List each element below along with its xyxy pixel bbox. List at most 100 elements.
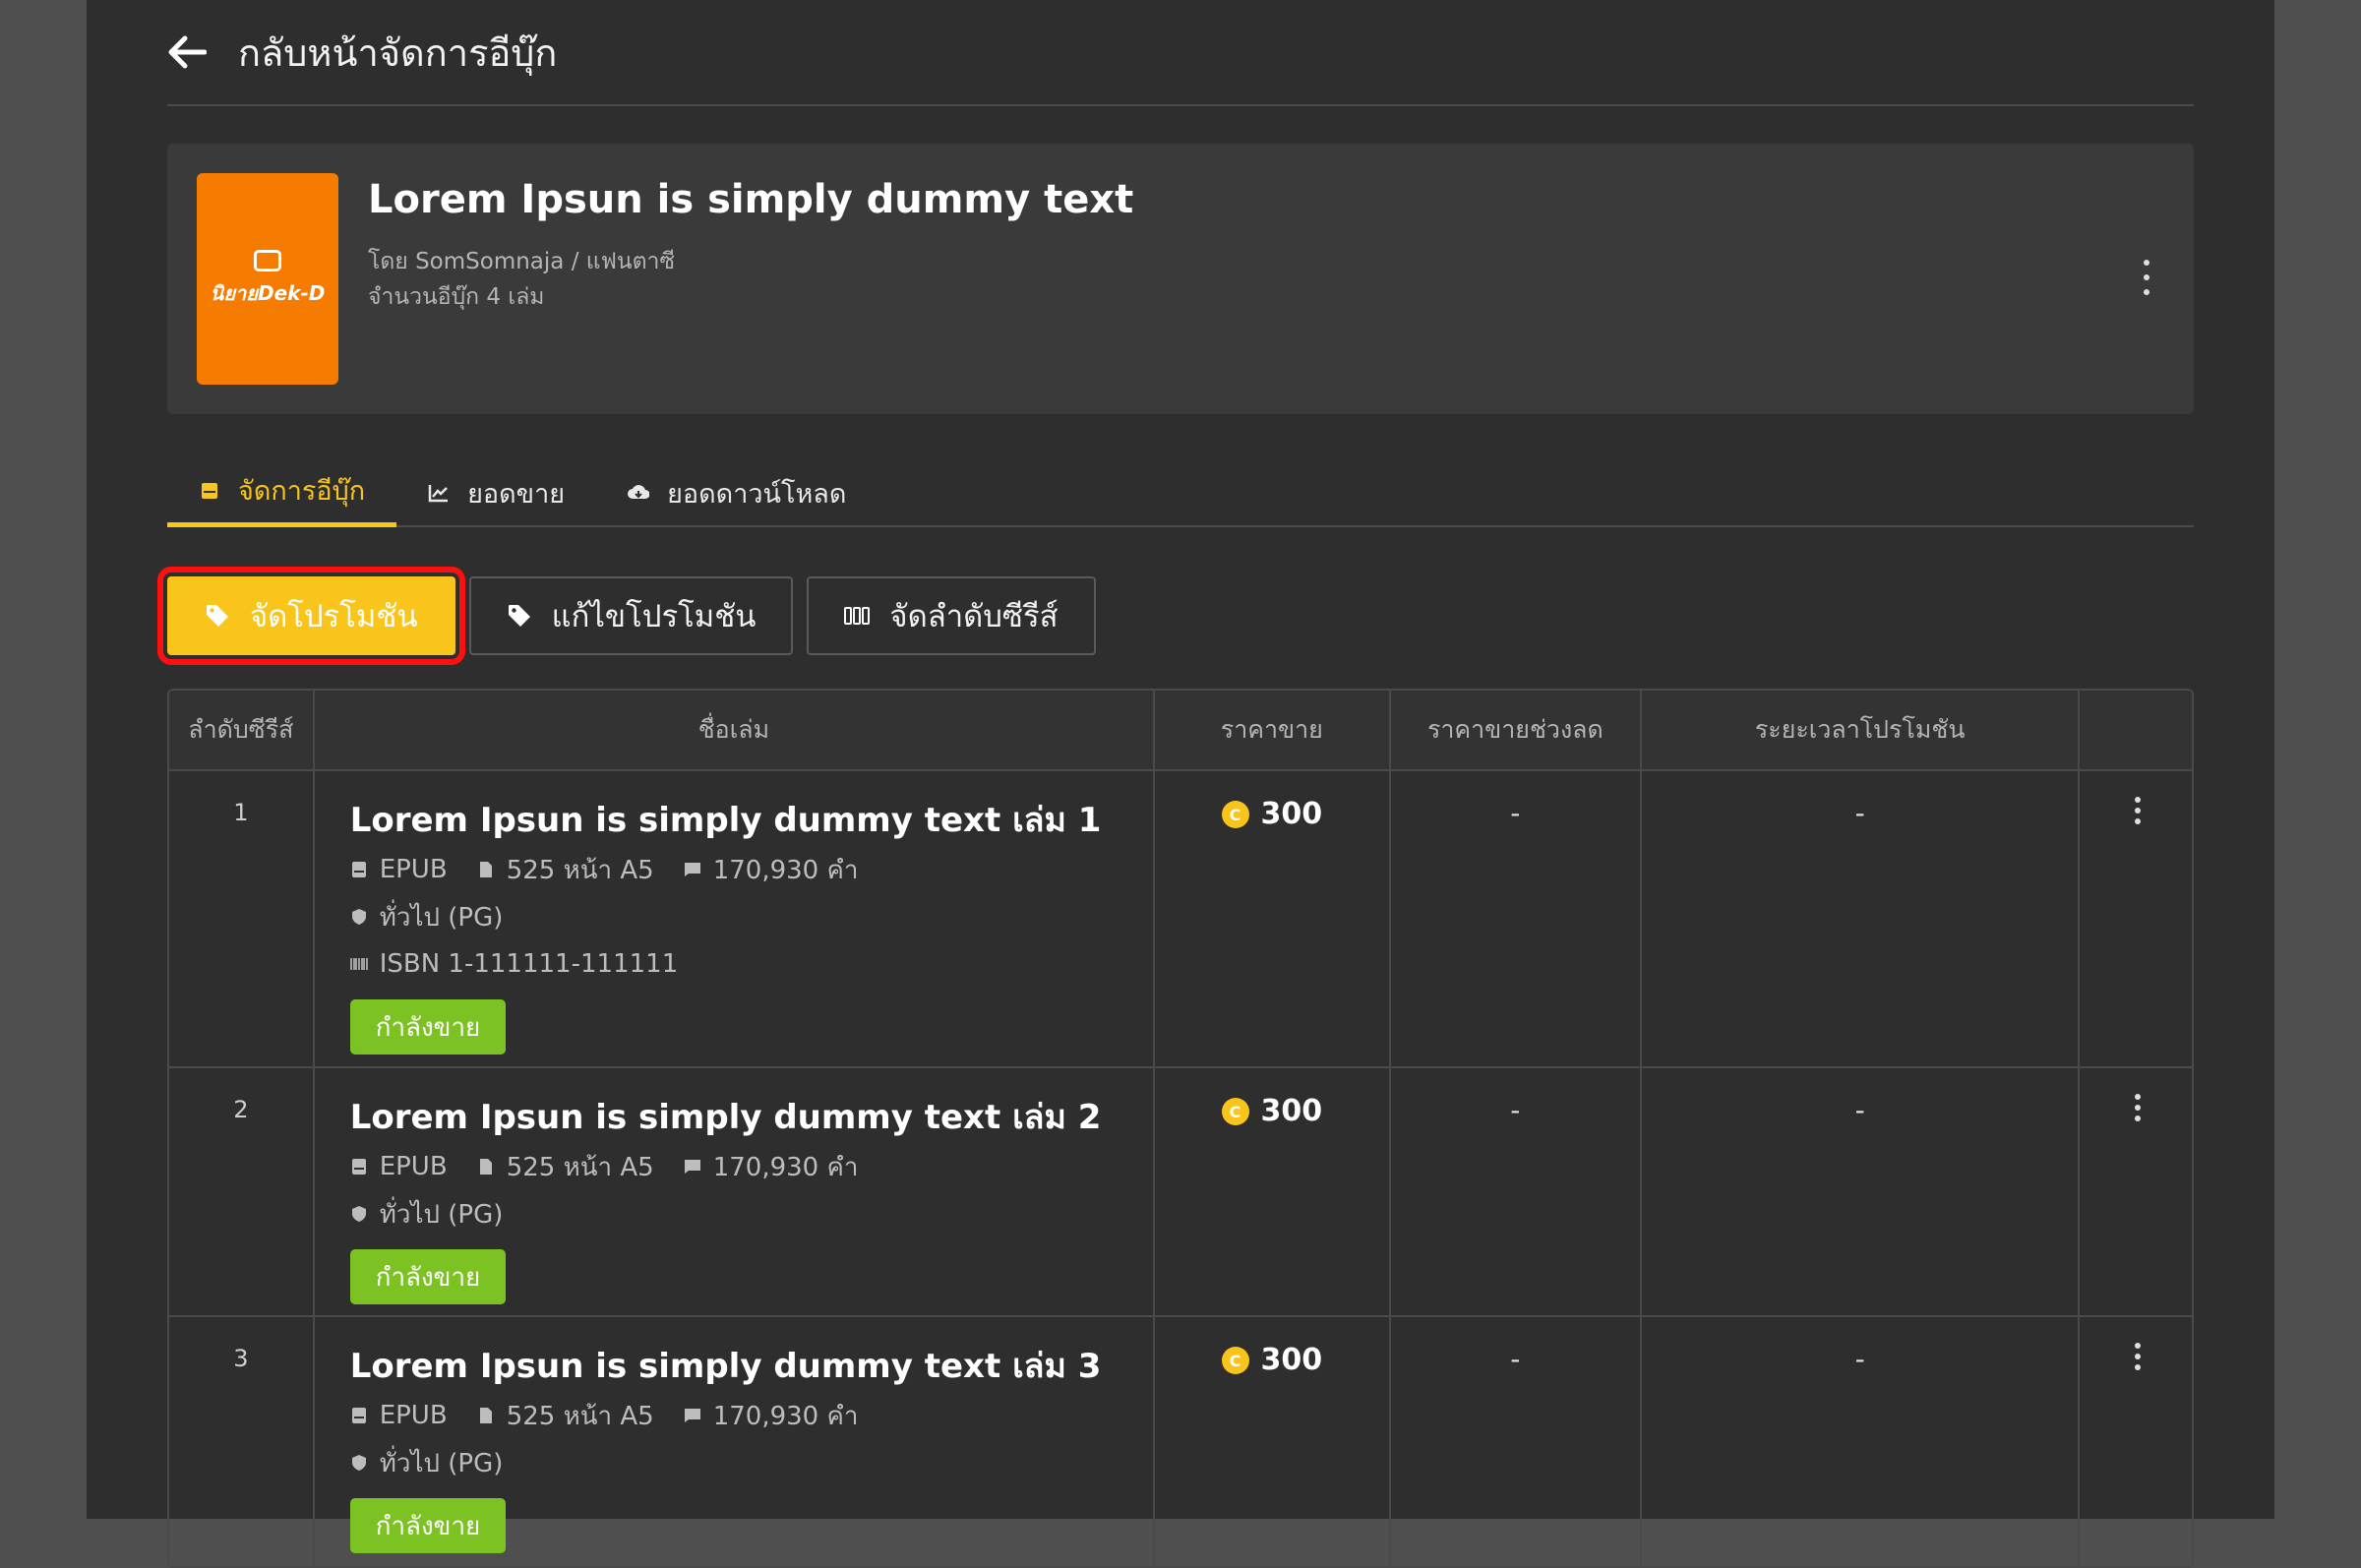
- button-label: แก้ไขโปรโมชัน: [551, 599, 757, 634]
- tab-label: ยอดดาวน์โหลด: [667, 478, 847, 510]
- ebook-words: 170,930 คำ: [712, 855, 859, 885]
- price-value: 300: [1260, 1343, 1323, 1377]
- page: กลับหน้าจัดการอีบุ๊ก นิยายDek-D Lorem Ip…: [87, 0, 2274, 1568]
- discount-price: -: [1391, 1068, 1643, 1315]
- ebook-info: Lorem Ipsun is simply dummy text เล่ม 1 …: [315, 771, 1156, 1066]
- arrow-left-icon[interactable]: [167, 30, 211, 74]
- table-row: 1 Lorem Ipsun is simply dummy text เล่ม …: [169, 771, 2192, 1068]
- book-title: Lorem Ipsun is simply dummy text: [368, 177, 1134, 222]
- coin-icon: C: [1221, 1347, 1249, 1374]
- more-vert-icon[interactable]: [2137, 260, 2156, 295]
- table-row: 3 Lorem Ipsun is simply dummy text เล่ม …: [169, 1317, 2192, 1566]
- comment-icon: [684, 1158, 701, 1176]
- promo-period: -: [1642, 1068, 2081, 1315]
- page-icon: [477, 1158, 495, 1176]
- ebook-info: Lorem Ipsun is simply dummy text เล่ม 2 …: [315, 1068, 1156, 1315]
- ebook-isbn: ISBN 1-111111-111111: [379, 949, 679, 979]
- tab-sales[interactable]: ยอดขาย: [396, 458, 596, 527]
- tab-bar: จัดการอีบุ๊ก ยอดขาย ยอดดาวน์โหลด: [167, 458, 2194, 527]
- ebook-format: EPUB: [379, 1401, 448, 1430]
- row-actions-cell: [2080, 1317, 2192, 1566]
- ebook-meta: EPUB 525 หน้า A5 170,930 คำ: [350, 846, 1153, 893]
- tag-icon: [205, 603, 230, 629]
- discount-price: -: [1391, 771, 1643, 1066]
- button-label: จัดโปรโมชัน: [250, 599, 418, 634]
- chart-icon: [428, 482, 450, 504]
- series-order-icon: [844, 603, 871, 629]
- barcode-icon: [349, 955, 368, 973]
- ebook-title[interactable]: Lorem Ipsun is simply dummy text เล่ม 3: [350, 1339, 1153, 1392]
- status-badge: กำลังขาย: [349, 1498, 507, 1553]
- col-actions: [2080, 691, 2192, 769]
- button-label: จัดลำดับซีรีส์: [889, 599, 1059, 634]
- col-discount-price: ราคาขายช่วงลด: [1391, 691, 1643, 769]
- ebook-table: ลำดับซีรีส์ ชื่อเล่ม ราคาขาย ราคาขายช่วง…: [167, 689, 2194, 1568]
- ebook-rating-line: ทั่วไป (PG): [350, 1190, 1153, 1237]
- ebook-title[interactable]: Lorem Ipsun is simply dummy text เล่ม 1: [350, 793, 1153, 846]
- book-cover: นิยายDek-D: [197, 173, 338, 385]
- ebook-info: Lorem Ipsun is simply dummy text เล่ม 3 …: [315, 1317, 1156, 1566]
- shield-icon: [350, 1205, 368, 1223]
- col-series-order: ลำดับซีรีส์: [169, 691, 315, 769]
- col-title: ชื่อเล่ม: [315, 691, 1156, 769]
- row-actions-cell: [2080, 1068, 2192, 1315]
- tab-label: ยอดขาย: [467, 478, 566, 510]
- book-icon: [350, 1407, 368, 1424]
- ebook-rating-line: ทั่วไป (PG): [350, 1439, 1153, 1486]
- tag-icon: [507, 603, 532, 629]
- price-cell: C 300: [1155, 1317, 1391, 1566]
- price-cell: C 300: [1155, 1068, 1391, 1315]
- page-icon: [477, 1407, 495, 1424]
- cloud-download-icon: [628, 482, 650, 504]
- promo-period: -: [1642, 1317, 2081, 1566]
- status-badge: กำลังขาย: [349, 1249, 507, 1304]
- ebook-meta: EPUB 525 หน้า A5 170,930 คำ: [350, 1143, 1153, 1190]
- book-card: นิยายDek-D Lorem Ipsun is simply dummy t…: [167, 144, 2194, 414]
- book-ebook-count: จำนวนอีบุ๊ก 4 เล่ม: [368, 284, 545, 310]
- ebook-rating: ทั่วไป (PG): [379, 902, 504, 933]
- comment-icon: [684, 1407, 701, 1424]
- ebook-format: EPUB: [379, 855, 448, 884]
- shield-icon: [350, 908, 368, 926]
- table-header: ลำดับซีรีส์ ชื่อเล่ม ราคาขาย ราคาขายช่วง…: [169, 691, 2192, 771]
- cover-logo-text: นิยายDek-D: [210, 280, 326, 305]
- discount-price: -: [1391, 1317, 1643, 1566]
- edit-promotion-button[interactable]: แก้ไขโปรโมชัน: [468, 576, 794, 655]
- ebook-meta: EPUB 525 หน้า A5 170,930 คำ: [350, 1392, 1153, 1439]
- book-icon: [350, 1158, 368, 1176]
- price-value: 300: [1260, 1094, 1323, 1128]
- series-order: 3: [169, 1317, 315, 1566]
- ebook-isbn-line: ISBN 1-111111-111111: [349, 940, 1153, 988]
- price-cell: C 300: [1155, 771, 1391, 1066]
- ebook-rating-line: ทั่วไป (PG): [350, 893, 1153, 940]
- tab-manage-ebook[interactable]: จัดการอีบุ๊ก: [167, 458, 397, 527]
- comment-icon: [684, 861, 701, 878]
- top-bar: กลับหน้าจัดการอีบุ๊ก: [167, 0, 2194, 106]
- create-promotion-button[interactable]: จัดโปรโมชัน: [157, 567, 465, 665]
- ebook-rating: ทั่วไป (PG): [379, 1448, 504, 1478]
- coin-icon: C: [1221, 1098, 1249, 1125]
- more-vert-icon[interactable]: [2133, 797, 2143, 824]
- ebook-words: 170,930 คำ: [712, 1401, 859, 1431]
- tab-downloads[interactable]: ยอดดาวน์โหลด: [596, 458, 878, 527]
- series-order: 2: [169, 1068, 315, 1315]
- more-vert-icon[interactable]: [2133, 1343, 2143, 1370]
- book-icon: [199, 480, 220, 502]
- ebook-rating: ทั่วไป (PG): [379, 1199, 504, 1230]
- ebook-title[interactable]: Lorem Ipsun is simply dummy text เล่ม 2: [350, 1090, 1153, 1143]
- price-value: 300: [1260, 797, 1323, 831]
- row-actions-cell: [2080, 771, 2192, 1066]
- back-link[interactable]: กลับหน้าจัดการอีบุ๊ก: [238, 23, 557, 83]
- status-badge: กำลังขาย: [349, 999, 507, 1055]
- series-order: 1: [169, 771, 315, 1066]
- order-series-button[interactable]: จัดลำดับซีรีส์: [807, 576, 1096, 655]
- main-content: กลับหน้าจัดการอีบุ๊ก นิยายDek-D Lorem Ip…: [157, 0, 2194, 1568]
- dekd-logo-icon: [254, 249, 281, 271]
- book-icon: [350, 861, 368, 878]
- tab-label: จัดการอีบุ๊ก: [238, 476, 366, 507]
- more-vert-icon[interactable]: [2133, 1094, 2143, 1121]
- ebook-pages: 525 หน้า A5: [506, 1401, 654, 1431]
- ebook-pages: 525 หน้า A5: [506, 855, 654, 885]
- book-author: โดย SomSomnaja / แฟนตาซี: [368, 249, 676, 274]
- col-price: ราคาขาย: [1155, 691, 1391, 769]
